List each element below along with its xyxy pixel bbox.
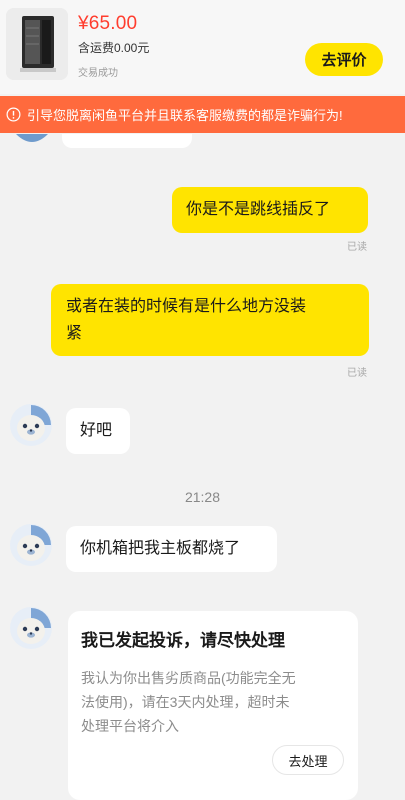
message-text: 好吧: [80, 422, 113, 439]
message-bubble-sent[interactable]: 你是不是跳线插反了: [172, 187, 368, 233]
message-text: 你机箱把我主板都烧了: [80, 540, 241, 557]
complaint-body: 我认为你出售劣质商品(功能完全无 法使用)，请在3天内处理，超时未 处理平台将介…: [81, 666, 347, 738]
complaint-card[interactable]: 我已发起投诉，请尽快处理 我认为你出售劣质商品(功能完全无 法使用)，请在3天内…: [68, 611, 358, 800]
complaint-body-line: 法使用)，请在3天内处理，超时未: [81, 694, 290, 710]
shipping-fee: 含运费0.00元: [78, 41, 150, 55]
seal-mascot-avatar[interactable]: [9, 403, 53, 447]
seal-mascot-avatar[interactable]: [9, 523, 53, 567]
chat-timestamp: 21:28: [184, 489, 221, 505]
product-thumbnail[interactable]: [6, 8, 68, 80]
complaint-body-line: 我认为你出售劣质商品(功能完全无: [81, 670, 296, 686]
message-bubble-sent[interactable]: 或者在装的时候有是什么地方没装 紧: [51, 284, 369, 356]
order-card[interactable]: ¥65.00 含运费0.00元 交易成功 去评价: [0, 0, 405, 94]
seal-mascot-avatar[interactable]: [9, 606, 53, 650]
message-text-line: 或者在装的时候有是什么地方没装: [66, 298, 307, 315]
handle-complaint-button[interactable]: 去处理: [272, 745, 344, 775]
message-text: 你是不是跳线插反了: [186, 201, 331, 218]
fraud-warning-banner: 引导您脱离闲鱼平台并且联系客服缴费的都是诈骗行为!: [0, 96, 405, 133]
read-receipt: 已读: [347, 242, 367, 253]
message-text-line: 紧: [66, 325, 83, 342]
partial-message-bubble: [62, 134, 192, 148]
trade-status: 交易成功: [78, 68, 118, 79]
message-bubble-received[interactable]: 你机箱把我主板都烧了: [66, 526, 277, 572]
info-circle-icon: [6, 107, 21, 122]
message-bubble-received[interactable]: 好吧: [66, 408, 130, 454]
read-receipt: 已读: [347, 368, 367, 379]
complaint-body-line: 处理平台将介入: [81, 718, 179, 734]
complaint-title: 我已发起投诉，请尽快处理: [81, 631, 285, 650]
order-price: ¥65.00: [78, 13, 138, 34]
fraud-warning-text: 引导您脱离闲鱼平台并且联系客服缴费的都是诈骗行为!: [27, 108, 343, 123]
review-button[interactable]: 去评价: [305, 43, 383, 76]
partial-avatar: [14, 134, 50, 148]
